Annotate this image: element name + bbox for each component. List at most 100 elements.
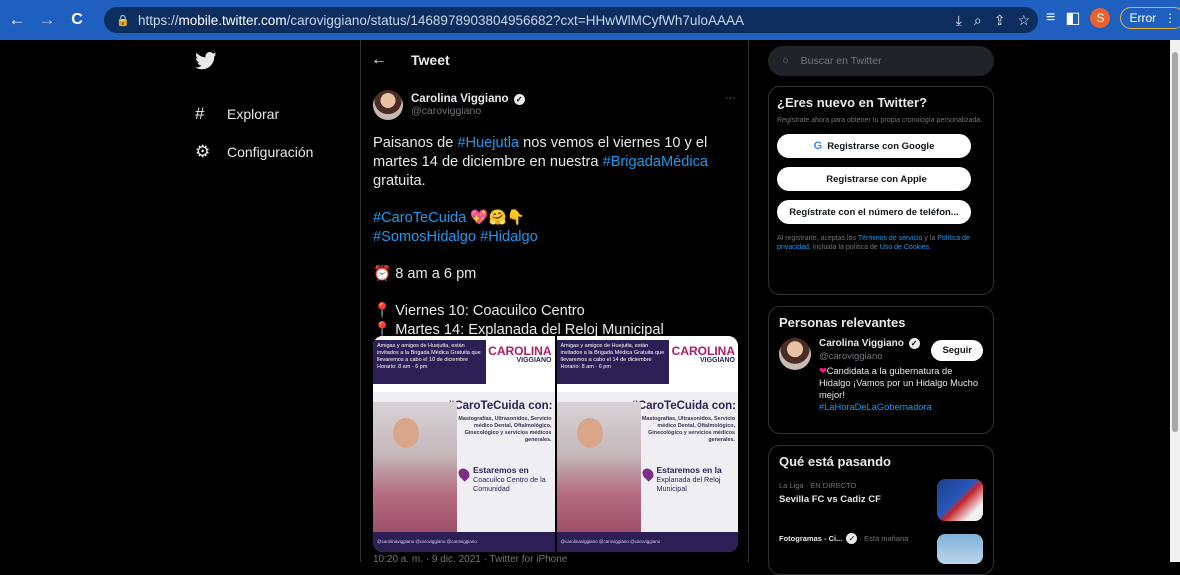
lock-icon: 🔒 bbox=[116, 14, 130, 27]
trend-thumbnail bbox=[937, 534, 983, 564]
more-options-icon[interactable]: ··· bbox=[725, 92, 736, 104]
tweet-location-1: 📍 Viernes 10: Coacuilco Centro bbox=[373, 303, 585, 319]
legal-span: , incluida la política de bbox=[808, 244, 880, 251]
verified-badge-icon: ✓ bbox=[513, 94, 525, 105]
tweet-author[interactable]: Carolina Viggiano ✓ @caroviggiano ··· bbox=[361, 80, 748, 130]
page-scrollbar[interactable] bbox=[1170, 40, 1180, 562]
signup-legal-text: Al registrarte, aceptas los Términos de … bbox=[777, 234, 985, 252]
hashtag-link[interactable]: #SomosHidalgo bbox=[373, 229, 476, 245]
profile-avatar[interactable]: S bbox=[1090, 8, 1111, 28]
signup-title: ¿Eres nuevo en Twitter? bbox=[777, 95, 928, 110]
legal-span: y la bbox=[922, 235, 938, 242]
reload-icon[interactable]: C bbox=[64, 7, 90, 33]
nav-explore[interactable]: # Explorar bbox=[195, 95, 355, 133]
search-placeholder: Buscar en Twitter bbox=[800, 55, 882, 67]
verified-badge-icon: ✓ bbox=[908, 338, 920, 349]
relevant-people-card: Personas relevantes Carolina Viggiano ✓ … bbox=[768, 306, 994, 434]
author-name: Carolina Viggiano bbox=[411, 93, 509, 105]
location-pin-icon bbox=[456, 466, 472, 482]
poster-brand: CAROLINA bbox=[671, 344, 735, 358]
verified-badge-icon: ✓ bbox=[846, 533, 858, 544]
poster-location-title: Estaremos en la bbox=[656, 465, 722, 475]
relevant-name: Carolina Viggiano bbox=[819, 338, 904, 349]
url-host: mobile.twitter.com bbox=[178, 12, 287, 28]
cookies-link[interactable]: Uso de Cookies bbox=[880, 244, 929, 251]
bookmark-star-icon[interactable]: ☆ bbox=[1017, 12, 1030, 29]
relevant-bio: ❤Candidata a la gubernatura de Hidalgo ¡… bbox=[819, 365, 985, 413]
relevant-person[interactable]: Carolina Viggiano ✓ @caroviggiano ❤Candi… bbox=[779, 338, 985, 413]
legal-span: . bbox=[929, 244, 932, 251]
kebab-menu-icon: ⋮ bbox=[1164, 11, 1177, 25]
follow-button[interactable]: Seguir bbox=[931, 340, 983, 361]
back-arrow-icon[interactable]: ← bbox=[4, 7, 30, 33]
signup-card: ¿Eres nuevo en Twitter? Regístrate ahora… bbox=[768, 86, 994, 295]
trend-item[interactable]: La Liga · EN DIRECTO Sevilla FC vs Cadiz… bbox=[779, 479, 985, 527]
apple-signup-label: Registrarse con Apple bbox=[826, 173, 927, 185]
trend-source: Fotogramas - Ci... bbox=[779, 534, 843, 543]
author-name-row[interactable]: Carolina Viggiano ✓ bbox=[411, 93, 525, 105]
poster-location-place: Explanada del Reloj Municipal bbox=[656, 475, 721, 493]
left-nav: # Explorar ⚙ Configuración bbox=[195, 52, 355, 171]
hashtag-link[interactable]: #CaroTeCuida bbox=[373, 210, 466, 226]
install-app-icon[interactable]: ⤓ bbox=[956, 12, 962, 29]
poster-photo bbox=[373, 402, 457, 532]
hashtag-link[interactable]: #BrigadaMédica bbox=[603, 154, 708, 170]
poster-brand: CAROLINA bbox=[488, 344, 552, 358]
tweet-timestamp[interactable]: 10:20 a. m. · 9 dic. 2021 · Twitter for … bbox=[373, 554, 567, 562]
error-button[interactable]: Error ⋮ bbox=[1120, 7, 1180, 29]
author-avatar[interactable] bbox=[373, 90, 403, 120]
heart-icon: ❤ bbox=[819, 366, 827, 376]
apple-signup-button[interactable]: Registrarse con Apple bbox=[777, 167, 971, 191]
hashtag-link[interactable]: #Huejutla bbox=[457, 135, 519, 151]
trend-time: · Esta mañana bbox=[857, 534, 909, 543]
twitter-bird-icon[interactable] bbox=[195, 52, 217, 70]
google-signup-button[interactable]: G Registrarse con Google bbox=[777, 134, 971, 158]
relevant-title: Personas relevantes bbox=[779, 315, 906, 330]
tweet-text: Paisanos de #Huejutla nos vemos el viern… bbox=[361, 130, 748, 340]
legal-span: Al registrarte, aceptas los bbox=[777, 235, 858, 242]
hashtag-link[interactable]: #Hidalgo bbox=[480, 229, 538, 245]
browser-toolbar: ← → C 🔒 https://mobile.twitter.com/carov… bbox=[0, 0, 1180, 40]
poster-services: Mastografías, Ultrasonidos, Servicio méd… bbox=[458, 416, 552, 443]
poster-services: Mastografías, Ultrasonidos, Servicio méd… bbox=[641, 416, 735, 443]
search-input[interactable]: ○ Buscar en Twitter bbox=[768, 46, 994, 76]
poster-hashtag: #CaroTeCuida con: bbox=[631, 400, 736, 412]
trend-item[interactable]: Fotogramas - Ci... ✓ · Esta mañana bbox=[779, 533, 985, 564]
phone-signup-button[interactable]: Regístrate con el número de teléfon... bbox=[777, 200, 971, 224]
poster-footer: @carolinaviggiano @caroviggiano @carovig… bbox=[373, 532, 555, 552]
emoji-group: 💖🤗👇 bbox=[470, 210, 525, 226]
side-panel-icon[interactable]: ◧ bbox=[1065, 8, 1080, 28]
media-image-1[interactable]: Amigas y amigos de Huejutla, están invit… bbox=[373, 336, 555, 552]
tweet-header-title: Tweet bbox=[411, 52, 450, 68]
tweet-header: ← Tweet bbox=[361, 40, 748, 80]
nav-settings[interactable]: ⚙ Configuración bbox=[195, 133, 355, 171]
back-arrow-icon[interactable]: ← bbox=[371, 51, 387, 69]
media-image-2[interactable]: Amigas y amigos de Huejutla, están invit… bbox=[556, 336, 738, 552]
scrollbar-thumb[interactable] bbox=[1172, 52, 1178, 432]
address-bar[interactable]: 🔒 https://mobile.twitter.com/caroviggian… bbox=[104, 7, 1038, 33]
error-label: Error bbox=[1129, 11, 1157, 25]
bio-text: Candidata a la gubernatura de Hidalgo ¡V… bbox=[819, 366, 978, 400]
tweet-column: ← Tweet Carolina Viggiano ✓ @caroviggian… bbox=[360, 40, 749, 562]
trend-thumbnail bbox=[937, 479, 983, 521]
signup-subtitle: Regístrate ahora para obtener tu propia … bbox=[777, 117, 983, 124]
author-handle: @caroviggiano bbox=[411, 105, 482, 117]
poster-invite-text: Amigas y amigos de Huejutla, están invit… bbox=[373, 340, 486, 384]
whats-happening-card: Qué está pasando La Liga · EN DIRECTO Se… bbox=[768, 445, 994, 575]
reading-list-icon[interactable]: ≡ bbox=[1046, 9, 1055, 27]
poster-brand-sub: VIGGIANO bbox=[516, 357, 552, 364]
forward-arrow-icon[interactable]: → bbox=[34, 7, 60, 33]
gear-icon: ⚙ bbox=[195, 142, 211, 161]
poster-footer: @carolinaviggiano @caroviggiano @carovig… bbox=[556, 532, 738, 552]
nav-explore-label: Explorar bbox=[227, 106, 280, 122]
zoom-icon[interactable]: ⌕ bbox=[974, 12, 982, 29]
phone-signup-label: Regístrate con el número de teléfon... bbox=[789, 206, 959, 218]
relevant-avatar[interactable] bbox=[779, 338, 811, 370]
terms-link[interactable]: Términos de servicio bbox=[858, 235, 923, 242]
poster-location: Estaremos en Coacuilco Centro de la Comu… bbox=[473, 466, 555, 494]
share-icon[interactable]: ⇪ bbox=[994, 12, 1006, 29]
tweet-media[interactable]: Amigas y amigos de Huejutla, están invit… bbox=[373, 336, 738, 552]
poster-invite-text: Amigas y amigos de Huejutla, están invit… bbox=[556, 340, 670, 384]
google-icon: G bbox=[813, 140, 823, 152]
bio-hashtag-link[interactable]: #LaHoraDeLaGobernadora bbox=[819, 402, 932, 412]
